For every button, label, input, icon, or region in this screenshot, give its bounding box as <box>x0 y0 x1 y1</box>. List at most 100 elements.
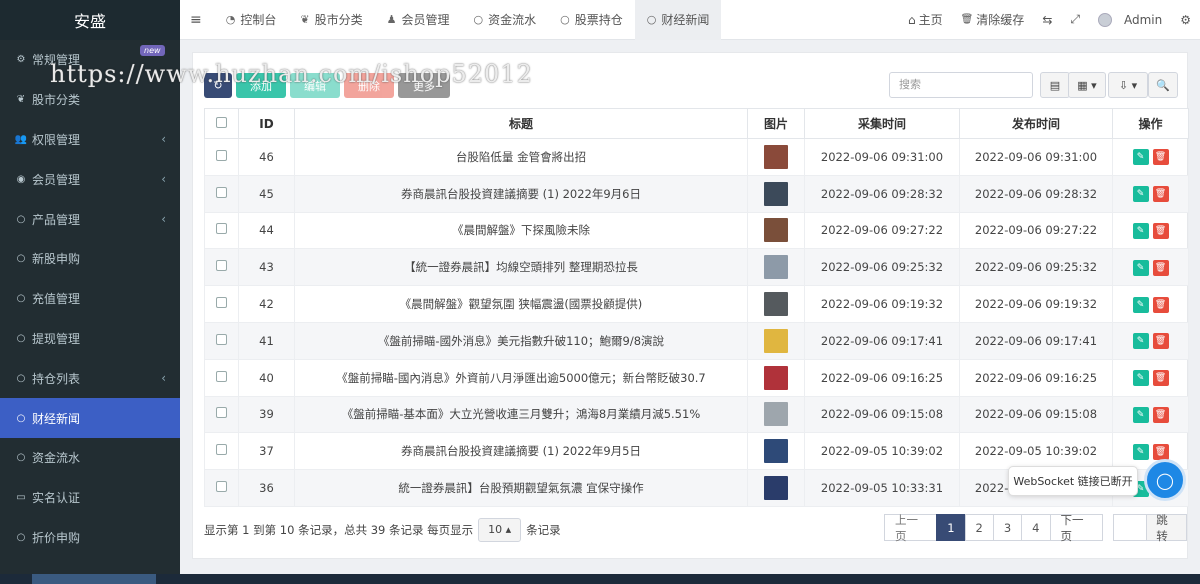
news-thumbnail[interactable] <box>764 476 788 501</box>
app-logo[interactable]: 安盛 <box>0 0 180 40</box>
search-input[interactable]: 搜索 <box>889 72 1033 98</box>
sidebar-item-7[interactable]: ○ 提现管理 <box>0 319 180 359</box>
search-button[interactable]: 🔍 <box>1148 72 1178 98</box>
news-thumbnail[interactable] <box>764 144 788 169</box>
row-checkbox[interactable] <box>216 297 227 309</box>
select-all-checkbox[interactable] <box>216 116 227 128</box>
delete-row-button[interactable]: 🗑 <box>1152 222 1169 239</box>
col-header-collected[interactable]: 采集时间 <box>804 108 960 139</box>
circle-icon: ○ <box>16 213 26 225</box>
edit-row-button[interactable]: ✎ <box>1132 406 1149 423</box>
table-row[interactable]: 40 《盤前掃瞄-國內消息》外資前八月淨匯出逾5000億元；新台幣貶破30.7 20… <box>204 358 1189 397</box>
delete-row-button[interactable]: 🗑 <box>1152 370 1169 387</box>
col-header-published[interactable]: 发布时间 <box>959 108 1113 139</box>
sidebar-item-5[interactable]: ○ 新股申购 <box>0 239 180 279</box>
page-size-select[interactable]: 10 ▴ <box>478 518 522 542</box>
row-checkbox[interactable] <box>216 186 227 198</box>
news-thumbnail[interactable] <box>764 328 788 353</box>
news-thumbnail[interactable] <box>764 292 788 317</box>
table-row[interactable]: 41 《盤前掃瞄-國外消息》美元指數升破110；鮑爾9/8演說 2022-09-06… <box>204 321 1189 360</box>
col-header-title[interactable]: 标题 <box>294 108 748 139</box>
sidebar-item-4[interactable]: ○ 产品管理 ‹ <box>0 199 180 239</box>
edit-row-button[interactable]: ✎ <box>1132 259 1149 276</box>
translate-icon[interactable]: ⇆ <box>1033 0 1061 40</box>
table-row[interactable]: 39 《盤前掃瞄-基本面》大立光營收連三月雙升；鴻海8月業績月減5.51% 2022… <box>204 395 1189 434</box>
table-row[interactable]: 45 券商晨訊台股投資建議摘要 (1) 2022年9月6日 2022-09-06 0… <box>204 174 1189 213</box>
edit-row-button[interactable]: ✎ <box>1132 333 1149 350</box>
row-published-time: 2022-09-06 09:28:32 <box>959 174 1113 213</box>
page-1-button[interactable]: 1 <box>936 514 966 541</box>
delete-row-button[interactable]: 🗑 <box>1152 259 1169 276</box>
chat-bubble-icon[interactable]: ◯ <box>1144 459 1186 501</box>
sidebar-item-8[interactable]: ○ 持仓列表 ‹ <box>0 358 180 398</box>
row-checkbox[interactable] <box>216 149 227 161</box>
tab-5[interactable]: ○ 财经新闻 <box>634 0 722 40</box>
delete-row-button[interactable]: 🗑 <box>1152 443 1169 460</box>
next-page-button[interactable]: 下一页 <box>1049 513 1103 543</box>
sidebar-item-12[interactable]: ○ 折价申购 <box>0 518 180 558</box>
news-thumbnail[interactable] <box>764 402 788 427</box>
delete-row-button[interactable]: 🗑 <box>1152 406 1169 423</box>
fullscreen-icon[interactable]: ⤢ <box>1061 0 1089 40</box>
sidebar-item-label: 折价申购 <box>32 530 81 545</box>
row-select-cell <box>204 174 239 213</box>
page-4-button[interactable]: 4 <box>1021 514 1051 541</box>
delete-row-button[interactable]: 🗑 <box>1152 333 1169 350</box>
settings-icon[interactable]: ⚙ <box>1171 0 1200 40</box>
sidebar-item-10[interactable]: ○ 资金流水 <box>0 438 180 478</box>
tab-4[interactable]: ○ 股票持仓 <box>548 0 635 40</box>
user-menu[interactable]: Admin <box>1089 0 1171 40</box>
delete-row-button[interactable]: 🗑 <box>1152 186 1169 203</box>
row-checkbox[interactable] <box>216 407 227 419</box>
row-checkbox[interactable] <box>216 444 227 456</box>
row-checkbox[interactable] <box>216 223 227 235</box>
sidebar-item-11[interactable]: ▭ 实名认证 <box>0 478 180 518</box>
table-row[interactable]: 44 《晨間解盤》下探風險未除 2022-09-06 09:27:22 2022-09… <box>204 211 1189 250</box>
edit-row-button[interactable]: ✎ <box>1132 370 1149 387</box>
tab-0[interactable]: ◔ 控制台 <box>214 0 289 40</box>
toggle-view-button[interactable]: ▤ <box>1040 72 1070 98</box>
row-checkbox[interactable] <box>216 370 227 382</box>
page-3-button[interactable]: 3 <box>992 514 1023 541</box>
edit-row-button[interactable]: ✎ <box>1132 186 1149 203</box>
news-thumbnail[interactable] <box>764 255 788 280</box>
delete-row-button[interactable]: 🗑 <box>1152 149 1169 166</box>
jump-page-input[interactable] <box>1112 514 1148 541</box>
export-button[interactable]: ⇩ ▾ <box>1108 72 1148 98</box>
row-id: 39 <box>238 395 295 434</box>
jump-button[interactable]: 跳转 <box>1146 513 1187 543</box>
edit-row-button[interactable]: ✎ <box>1132 296 1149 313</box>
sidebar-item-3[interactable]: ◉ 会员管理 ‹ <box>0 159 180 199</box>
row-checkbox[interactable] <box>216 260 227 272</box>
table-row[interactable]: 37 券商晨訊台股投資建議摘要 (1) 2022年9月5日 2022-09-05 1… <box>204 432 1189 471</box>
row-checkbox[interactable] <box>216 333 227 345</box>
tab-3[interactable]: ○ 资金流水 <box>461 0 548 40</box>
clear-cache-button[interactable]: 🗑 清除缓存 <box>952 0 1034 40</box>
tab-1[interactable]: ❦ 股市分类 <box>288 0 374 40</box>
news-thumbnail[interactable] <box>764 439 788 464</box>
select-all-header[interactable] <box>204 108 239 139</box>
delete-row-button[interactable]: 🗑 <box>1152 296 1169 313</box>
row-checkbox[interactable] <box>216 481 227 493</box>
edit-row-button[interactable]: ✎ <box>1132 222 1149 239</box>
menu-toggle-icon[interactable]: ≡ <box>180 12 214 28</box>
prev-page-button[interactable]: 上一页 <box>884 513 938 543</box>
edit-row-button[interactable]: ✎ <box>1132 149 1149 166</box>
tab-2[interactable]: ♟ 会员管理 <box>375 0 462 40</box>
sidebar-item-2[interactable]: 👥 权限管理 ‹ <box>0 120 180 160</box>
edit-row-button[interactable]: ✎ <box>1132 443 1149 460</box>
taskbar-item[interactable] <box>32 574 156 584</box>
row-title: 統一證券晨訊】台股預期觀望氣氛濃 宜保守操作 <box>294 469 748 507</box>
table-row[interactable]: 46 台股陷低量 金管會將出招 2022-09-06 09:31:00 2022-09… <box>204 138 1189 176</box>
table-row[interactable]: 42 《晨間解盤》觀望氛圍 狭幅震盪(國票投顧提供) 2022-09-06 09:1… <box>204 285 1189 323</box>
columns-button[interactable]: ▦ ▾ <box>1068 72 1106 98</box>
home-link[interactable]: ⌂ 主页 <box>899 0 952 40</box>
table-row[interactable]: 43 【統一證券晨訊】均線空頭排列 整理期恐拉長 2022-09-06 09:25:… <box>204 248 1189 287</box>
col-header-id[interactable]: ID <box>238 108 295 139</box>
news-thumbnail[interactable] <box>764 181 788 206</box>
sidebar-item-6[interactable]: ○ 充值管理 <box>0 279 180 319</box>
page-2-button[interactable]: 2 <box>964 514 994 541</box>
news-thumbnail[interactable] <box>764 365 788 390</box>
sidebar-item-9[interactable]: ○ 财经新闻 <box>0 398 180 438</box>
news-thumbnail[interactable] <box>764 218 788 243</box>
